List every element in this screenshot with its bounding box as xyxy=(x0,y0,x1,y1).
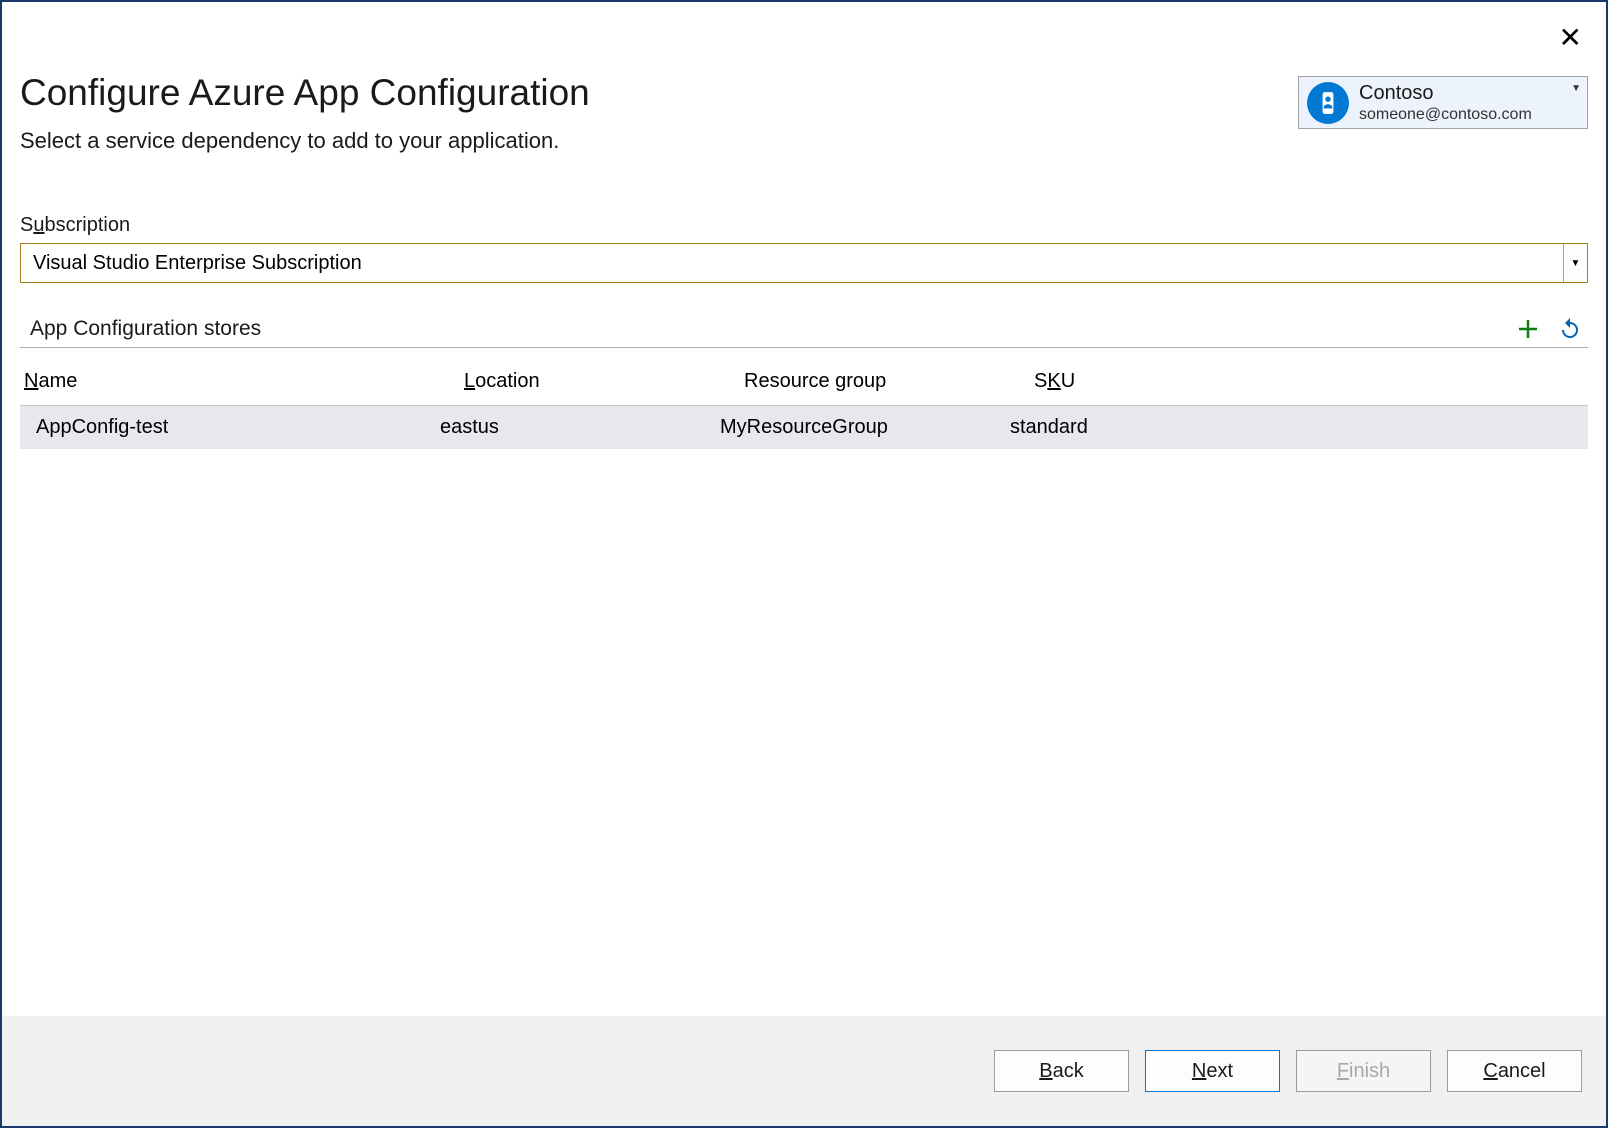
add-store-button[interactable] xyxy=(1516,317,1540,341)
subscription-dropdown[interactable]: Visual Studio Enterprise Subscription ▼ xyxy=(20,243,1588,283)
account-email: someone@contoso.com xyxy=(1359,105,1567,124)
stores-table: Name Location Resource group SKU AppConf… xyxy=(20,358,1588,449)
table-header: Name Location Resource group SKU xyxy=(20,358,1588,406)
finish-button: Finish xyxy=(1296,1050,1431,1092)
dialog-title: Configure Azure App Configuration xyxy=(20,72,1298,114)
dialog-footer: Back Next Finish Cancel xyxy=(2,1016,1606,1126)
row-resource-group: MyResourceGroup xyxy=(716,410,1006,445)
next-button[interactable]: Next xyxy=(1145,1050,1280,1092)
account-badge-icon xyxy=(1307,82,1349,124)
chevron-down-icon[interactable]: ▼ xyxy=(1563,244,1587,282)
row-location: eastus xyxy=(436,410,716,445)
account-name: Contoso xyxy=(1359,81,1567,105)
close-button[interactable]: ✕ xyxy=(1559,24,1582,52)
subscription-label: Subscription xyxy=(20,214,1588,237)
refresh-button[interactable] xyxy=(1558,317,1582,341)
account-selector[interactable]: Contoso someone@contoso.com ▼ xyxy=(1298,76,1588,129)
back-button[interactable]: Back xyxy=(994,1050,1129,1092)
row-name: AppConfig-test xyxy=(20,410,436,445)
dialog-subtitle: Select a service dependency to add to yo… xyxy=(20,128,1298,154)
col-name[interactable]: Name xyxy=(20,364,460,399)
col-sku[interactable]: SKU xyxy=(1030,364,1588,399)
cancel-button[interactable]: Cancel xyxy=(1447,1050,1582,1092)
table-row[interactable]: AppConfig-test eastus MyResourceGroup st… xyxy=(20,406,1588,449)
col-resource-group[interactable]: Resource group xyxy=(740,364,1030,399)
stores-section-title: App Configuration stores xyxy=(20,317,261,341)
col-location[interactable]: Location xyxy=(460,364,740,399)
chevron-down-icon: ▼ xyxy=(1571,83,1581,94)
subscription-value: Visual Studio Enterprise Subscription xyxy=(21,244,1563,282)
row-sku: standard xyxy=(1006,410,1588,445)
